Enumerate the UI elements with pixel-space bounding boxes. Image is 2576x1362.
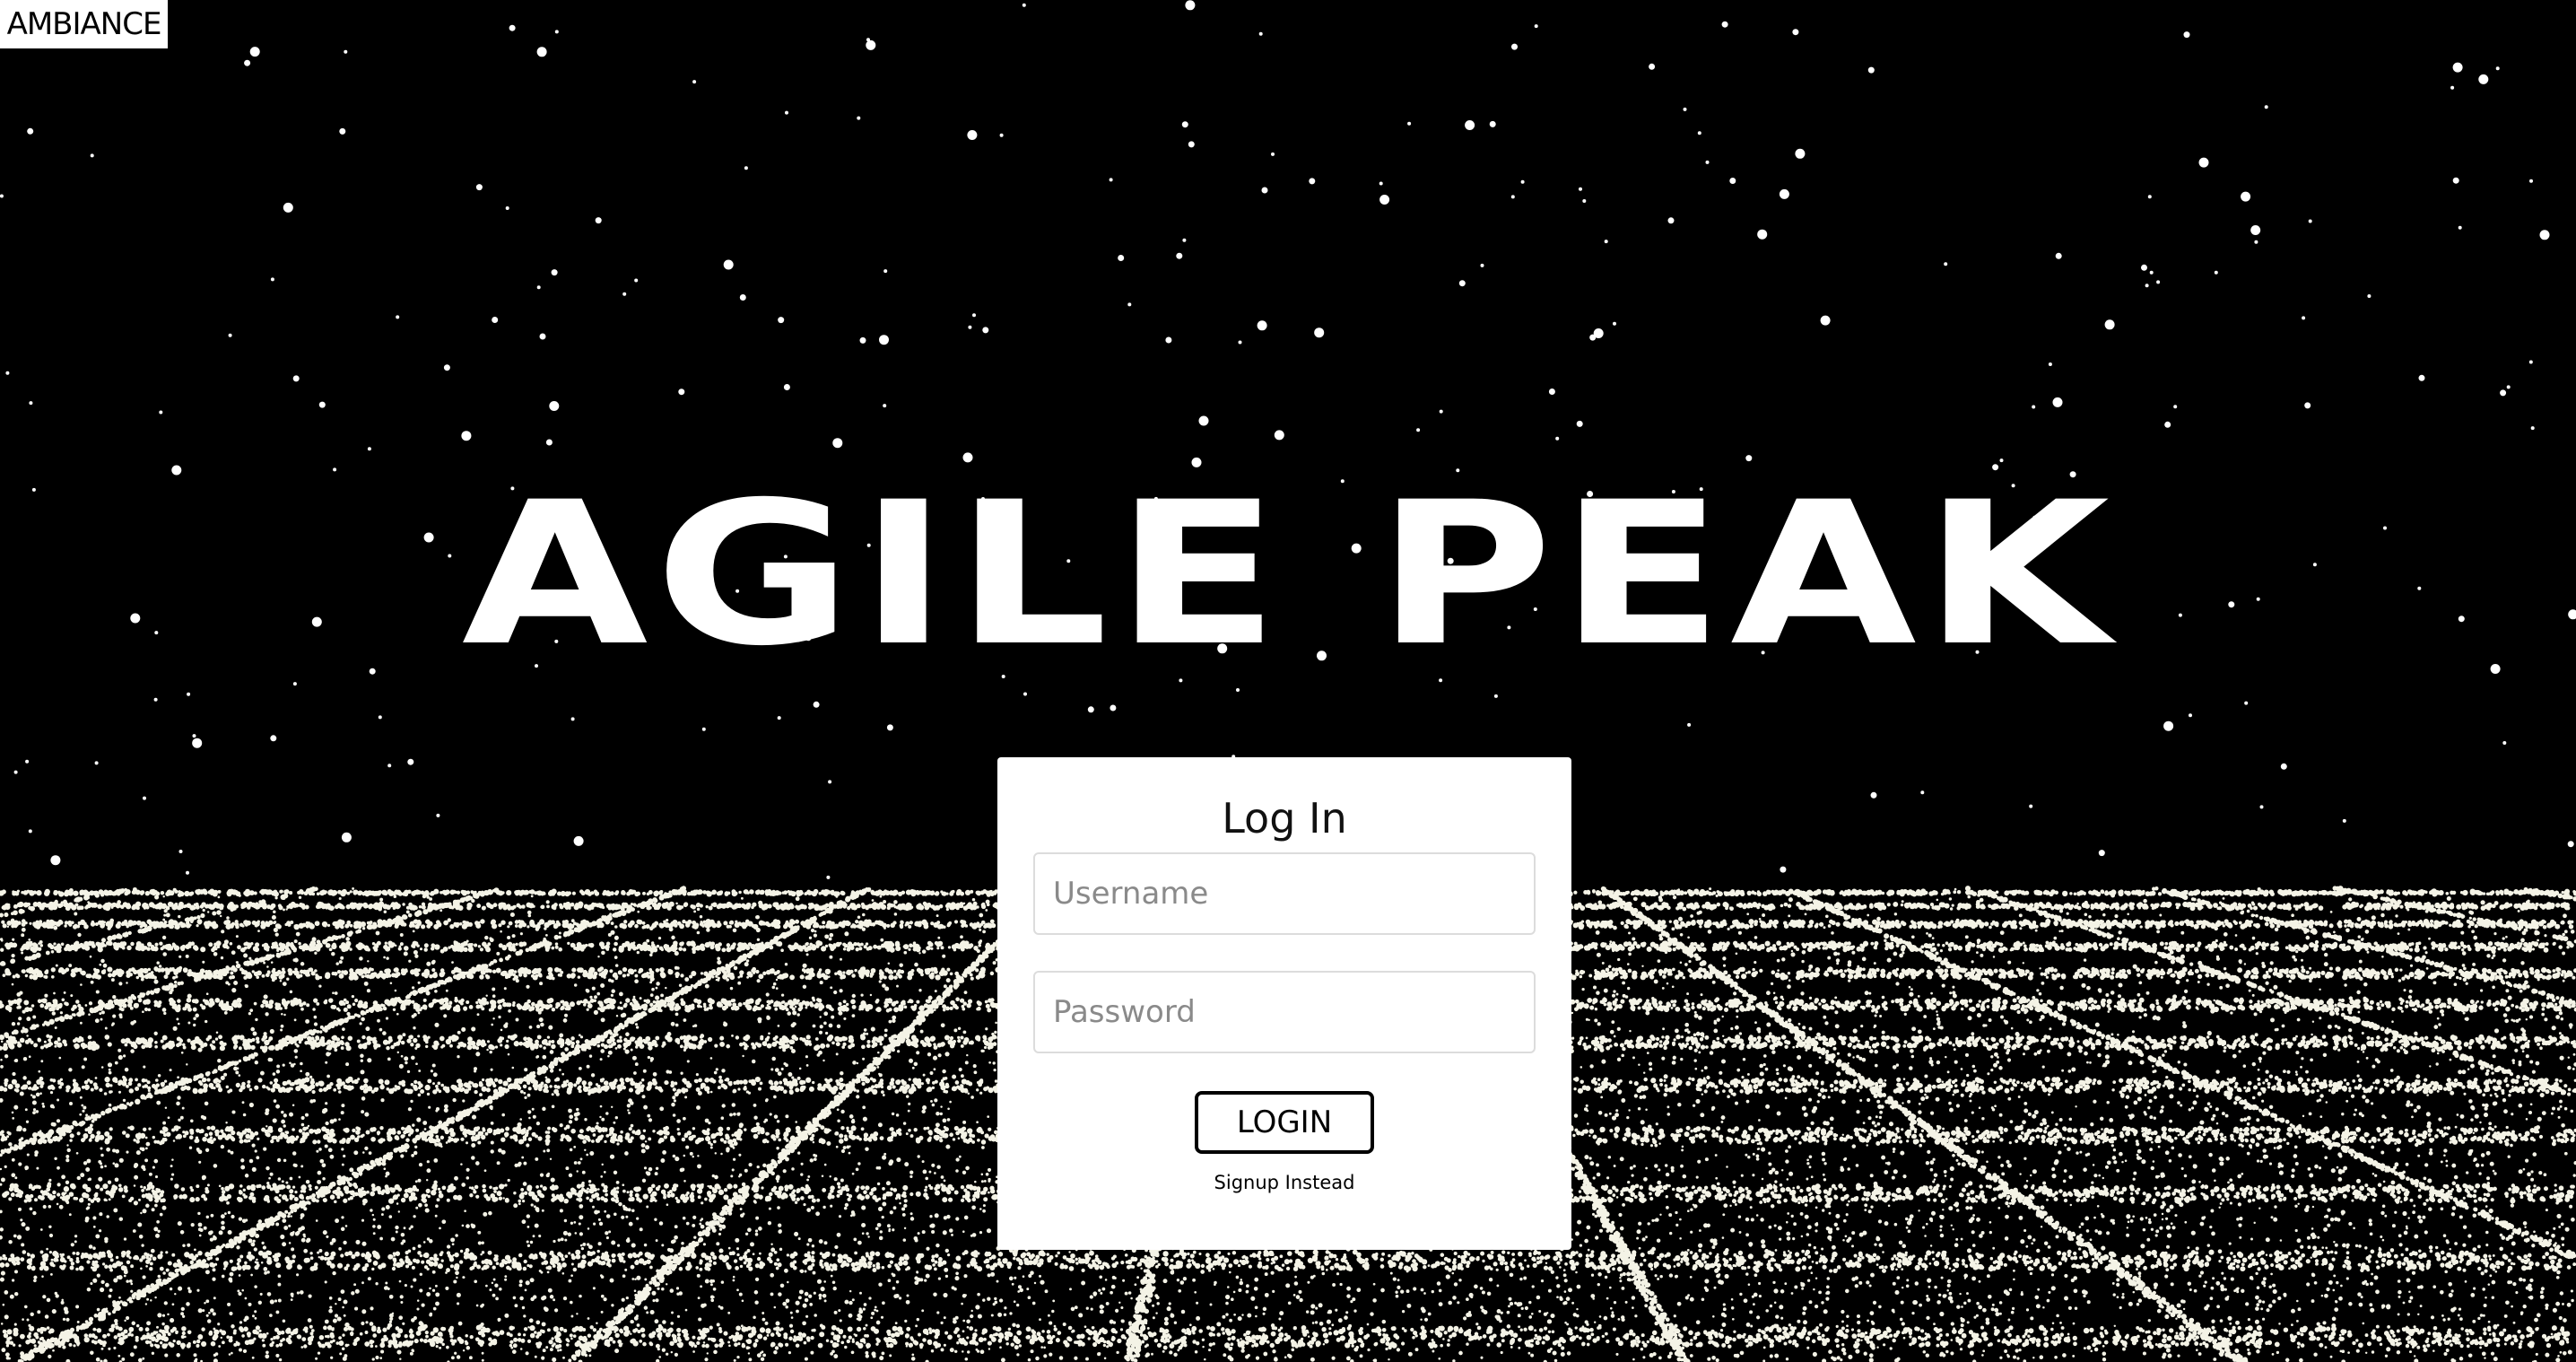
- ambiance-button[interactable]: AMBIANCE: [0, 0, 168, 48]
- app-title: AGILE PEAK: [0, 467, 2576, 682]
- password-input[interactable]: [1033, 971, 1536, 1053]
- login-heading: Log In: [997, 793, 1571, 843]
- login-card: Log In LOGIN Signup Instead: [997, 757, 1571, 1250]
- login-button[interactable]: LOGIN: [1195, 1091, 1374, 1154]
- signup-link[interactable]: Signup Instead: [997, 1172, 1571, 1193]
- username-input[interactable]: [1033, 852, 1536, 935]
